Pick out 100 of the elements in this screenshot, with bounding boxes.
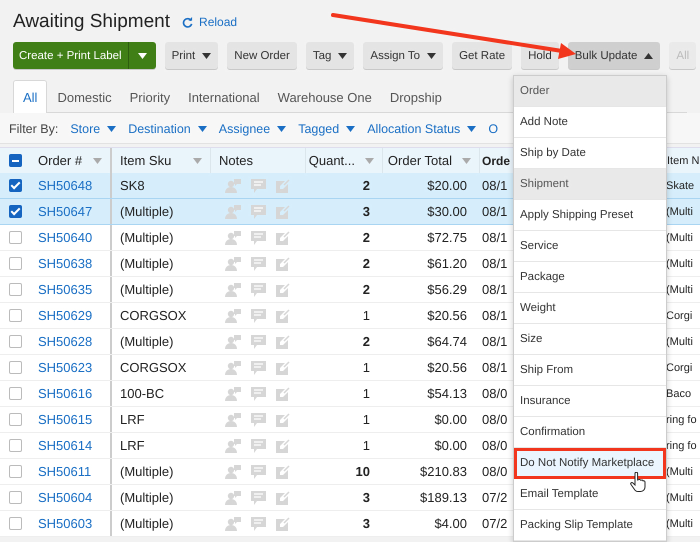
- checkbox[interactable]: [8, 154, 22, 167]
- caret-icon: [644, 52, 654, 58]
- filter-dropdown[interactable]: Assignee: [218, 122, 286, 136]
- caret-icon: [338, 52, 348, 58]
- filter-dropdown[interactable]: Tagged: [298, 122, 356, 136]
- menu-item[interactable]: Ship by Date: [514, 138, 666, 169]
- menu-item[interactable]: Confirmation: [514, 417, 666, 448]
- order-link[interactable]: SH50603: [38, 516, 92, 531]
- filter-dropdown[interactable]: O: [488, 122, 498, 136]
- assign-icon: [225, 386, 241, 400]
- table-cell: (Multi: [666, 336, 693, 348]
- order-link[interactable]: SH50604: [38, 490, 92, 505]
- table-cell: 07/2: [482, 490, 508, 505]
- order-link[interactable]: SH50635: [38, 282, 92, 297]
- checkbox[interactable]: [8, 231, 22, 244]
- order-link[interactable]: SH50616: [38, 386, 92, 401]
- table-cell: (Multi: [666, 518, 693, 530]
- column-header[interactable]: Orde: [482, 154, 510, 168]
- checkbox[interactable]: [8, 517, 22, 530]
- menu-item[interactable]: Insurance: [514, 386, 666, 417]
- filter-dropdown[interactable]: Allocation Status: [367, 122, 476, 136]
- order-link[interactable]: SH50648: [38, 178, 92, 193]
- checkbox[interactable]: [8, 205, 22, 218]
- toolbar-button[interactable]: Get Rate: [452, 42, 512, 69]
- toolbar-button[interactable]: Tag: [306, 42, 354, 69]
- toolbar-button[interactable]: New Order: [227, 42, 297, 69]
- assign-icon: [225, 360, 241, 374]
- message-icon: [251, 256, 266, 270]
- menu-item[interactable]: Package: [514, 262, 666, 293]
- table-cell: 2: [362, 282, 370, 297]
- caret-icon: [202, 52, 212, 58]
- tab[interactable]: Domestic: [49, 90, 120, 112]
- menu-item[interactable]: Apply Shipping Preset: [514, 200, 666, 231]
- filter-dropdown[interactable]: Destination: [128, 122, 207, 136]
- table-cell: (Multi: [666, 258, 693, 270]
- table-cell: 2: [362, 256, 370, 271]
- tab[interactable]: Warehouse One: [270, 90, 380, 112]
- table-cell: 2: [362, 178, 370, 193]
- column-header[interactable]: Order #: [38, 153, 82, 168]
- message-icon: [251, 464, 266, 478]
- column-header[interactable]: Notes: [219, 153, 253, 168]
- table-cell: $20.56: [427, 308, 467, 323]
- reload-link[interactable]: Reload: [182, 15, 238, 29]
- column-header[interactable]: Item Sku: [120, 153, 172, 168]
- create-label-button[interactable]: Create + Print Label: [13, 42, 128, 69]
- table-cell: 1: [362, 386, 370, 401]
- menu-item[interactable]: Packing Slip Template: [514, 510, 666, 541]
- table-cell: Corgi: [666, 310, 692, 322]
- menu-item[interactable]: Size: [514, 324, 666, 355]
- checkbox[interactable]: [8, 361, 22, 374]
- edit-icon: [276, 282, 290, 296]
- checkbox[interactable]: [8, 335, 22, 348]
- menu-item[interactable]: Weight: [514, 293, 666, 324]
- assign-icon: [225, 230, 241, 244]
- tab[interactable]: All: [13, 80, 48, 113]
- checkbox[interactable]: [8, 387, 22, 400]
- table-cell: 100-BC: [120, 386, 164, 401]
- tab[interactable]: Priority: [122, 90, 178, 112]
- message-icon: [251, 230, 266, 244]
- order-link[interactable]: SH50611: [38, 464, 92, 479]
- table-cell: 3: [362, 204, 370, 219]
- checkbox[interactable]: [8, 283, 22, 296]
- menu-item[interactable]: Do Not Notify Marketplace: [514, 448, 666, 479]
- toolbar-button[interactable]: Bulk Update: [568, 42, 660, 69]
- order-link[interactable]: SH50638: [38, 256, 92, 271]
- order-link[interactable]: SH50623: [38, 360, 92, 375]
- tab[interactable]: International: [180, 90, 268, 112]
- table-cell: $54.13: [427, 386, 467, 401]
- hand-cursor-icon: [630, 472, 646, 492]
- toolbar-button[interactable]: Assign To: [363, 42, 444, 69]
- table-cell: 08/1: [482, 334, 508, 349]
- table-cell: 08/1: [482, 178, 508, 193]
- table-cell: ring fo: [666, 440, 697, 452]
- checkbox[interactable]: [8, 309, 22, 322]
- column-header[interactable]: Quant...: [308, 153, 355, 168]
- checkbox[interactable]: [8, 257, 22, 270]
- order-link[interactable]: SH50615: [38, 412, 92, 427]
- menu-item[interactable]: Add Note: [514, 107, 666, 138]
- message-icon: [251, 360, 266, 374]
- order-link[interactable]: SH50629: [38, 308, 92, 323]
- checkbox[interactable]: [8, 491, 22, 504]
- checkbox[interactable]: [8, 413, 22, 426]
- table-cell: $0.00: [434, 412, 467, 427]
- menu-item[interactable]: Ship From: [514, 355, 666, 386]
- order-link[interactable]: SH50647: [38, 204, 92, 219]
- menu-item[interactable]: Service: [514, 231, 666, 262]
- checkbox[interactable]: [8, 439, 22, 452]
- toolbar-button[interactable]: Print: [164, 42, 218, 69]
- checkbox[interactable]: [8, 179, 22, 192]
- order-link[interactable]: SH50640: [38, 230, 92, 245]
- filter-dropdown[interactable]: Store: [70, 122, 116, 136]
- column-header[interactable]: Item N: [667, 154, 700, 166]
- column-header[interactable]: Order Total: [388, 153, 452, 168]
- checkbox[interactable]: [8, 465, 22, 478]
- tab[interactable]: Dropship: [382, 90, 450, 112]
- dropdown-button[interactable]: [128, 42, 156, 69]
- order-link[interactable]: SH50628: [38, 334, 92, 349]
- table-cell: $210.83: [420, 464, 467, 479]
- order-link[interactable]: SH50614: [38, 438, 92, 453]
- menu-item[interactable]: Email Template: [514, 479, 666, 510]
